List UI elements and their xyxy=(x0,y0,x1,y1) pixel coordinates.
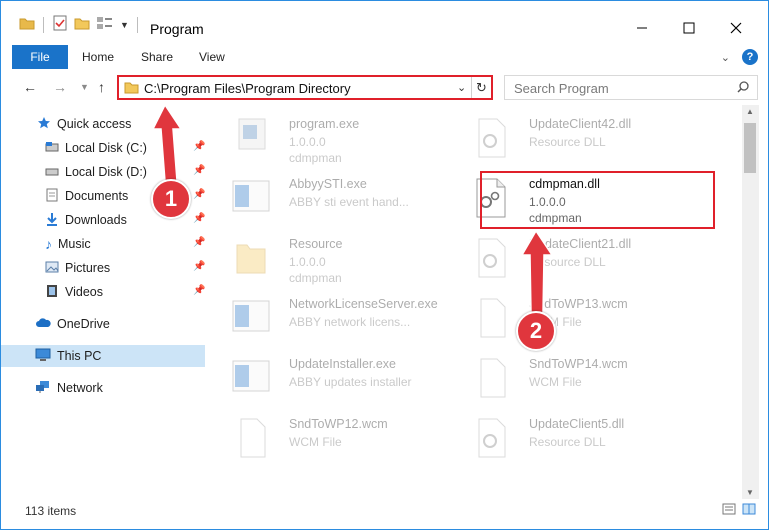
item-count: 113 items xyxy=(25,504,77,518)
callout-badge-1: 1 xyxy=(151,179,191,219)
details-view-icon[interactable] xyxy=(722,503,736,518)
large-icons-view-icon[interactable] xyxy=(742,503,756,518)
explorer-window: ▼ Program File Home Share View ⌄ ? ← → ▼… xyxy=(0,0,769,530)
view-toggle xyxy=(722,503,756,518)
status-bar: 113 items xyxy=(1,501,768,521)
callout-arrows xyxy=(151,103,554,314)
callout-badge-2: 2 xyxy=(516,311,556,351)
